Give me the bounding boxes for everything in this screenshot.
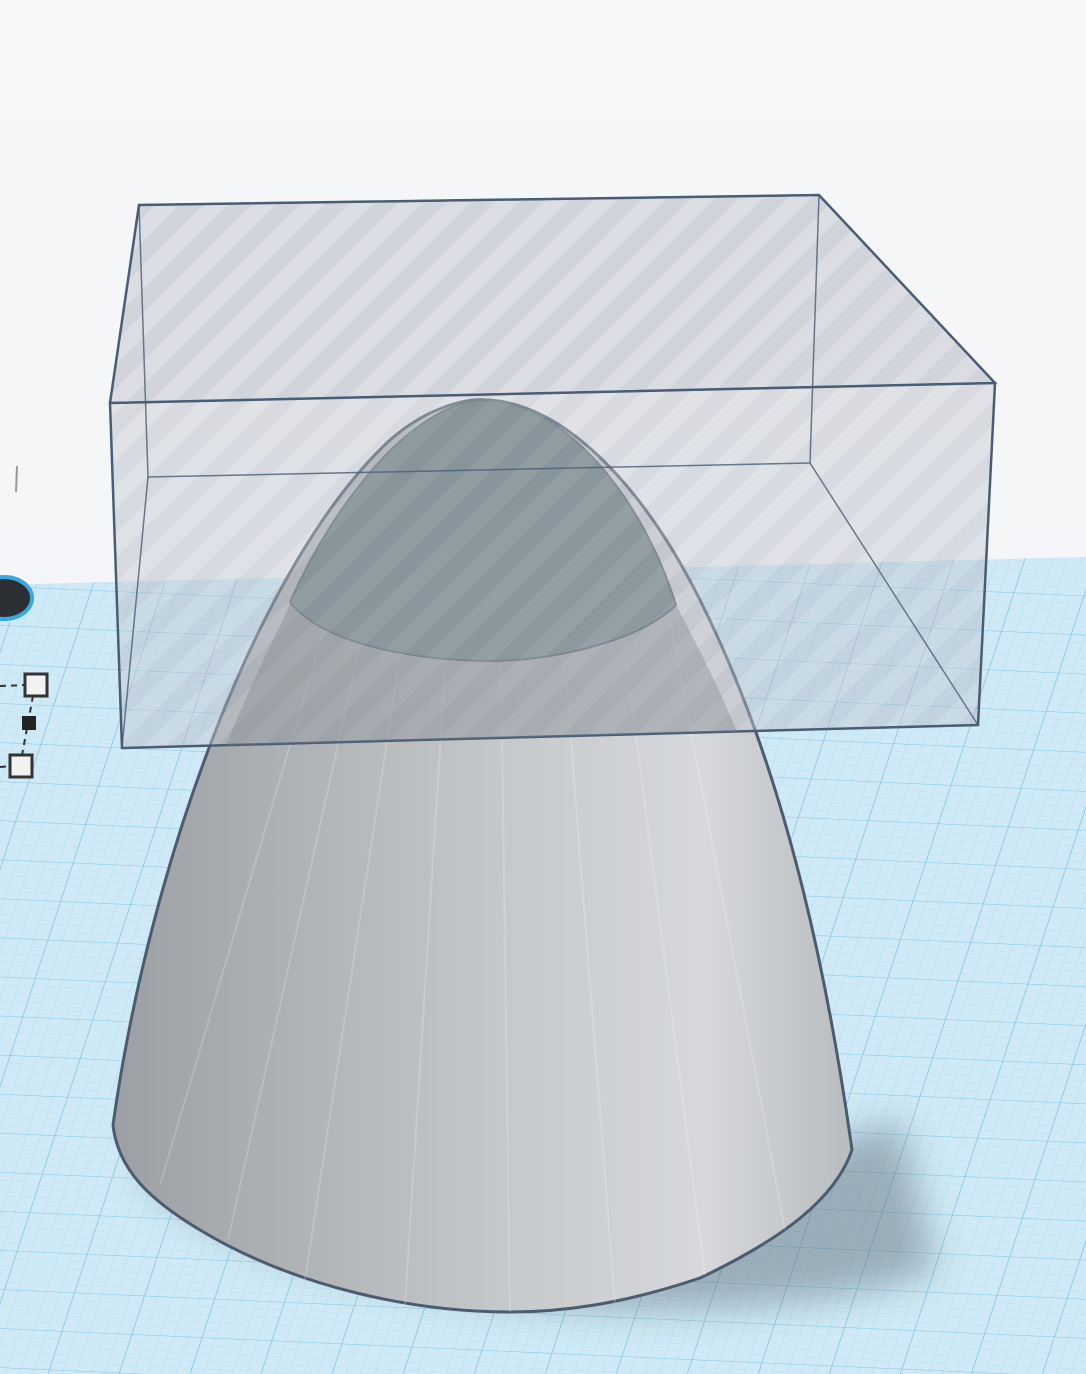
handle-mid[interactable] [22, 716, 36, 730]
handle-guide-line-top [0, 684, 27, 687]
handle-top[interactable] [23, 672, 49, 698]
cursor-mark [15, 465, 18, 493]
scene-canvas[interactable] [0, 0, 1086, 1374]
box-hole[interactable] [108, 193, 998, 750]
box-hole-top-face[interactable] [108, 193, 998, 405]
3d-viewport[interactable] [0, 0, 1086, 1374]
handle-bottom[interactable] [8, 753, 34, 779]
